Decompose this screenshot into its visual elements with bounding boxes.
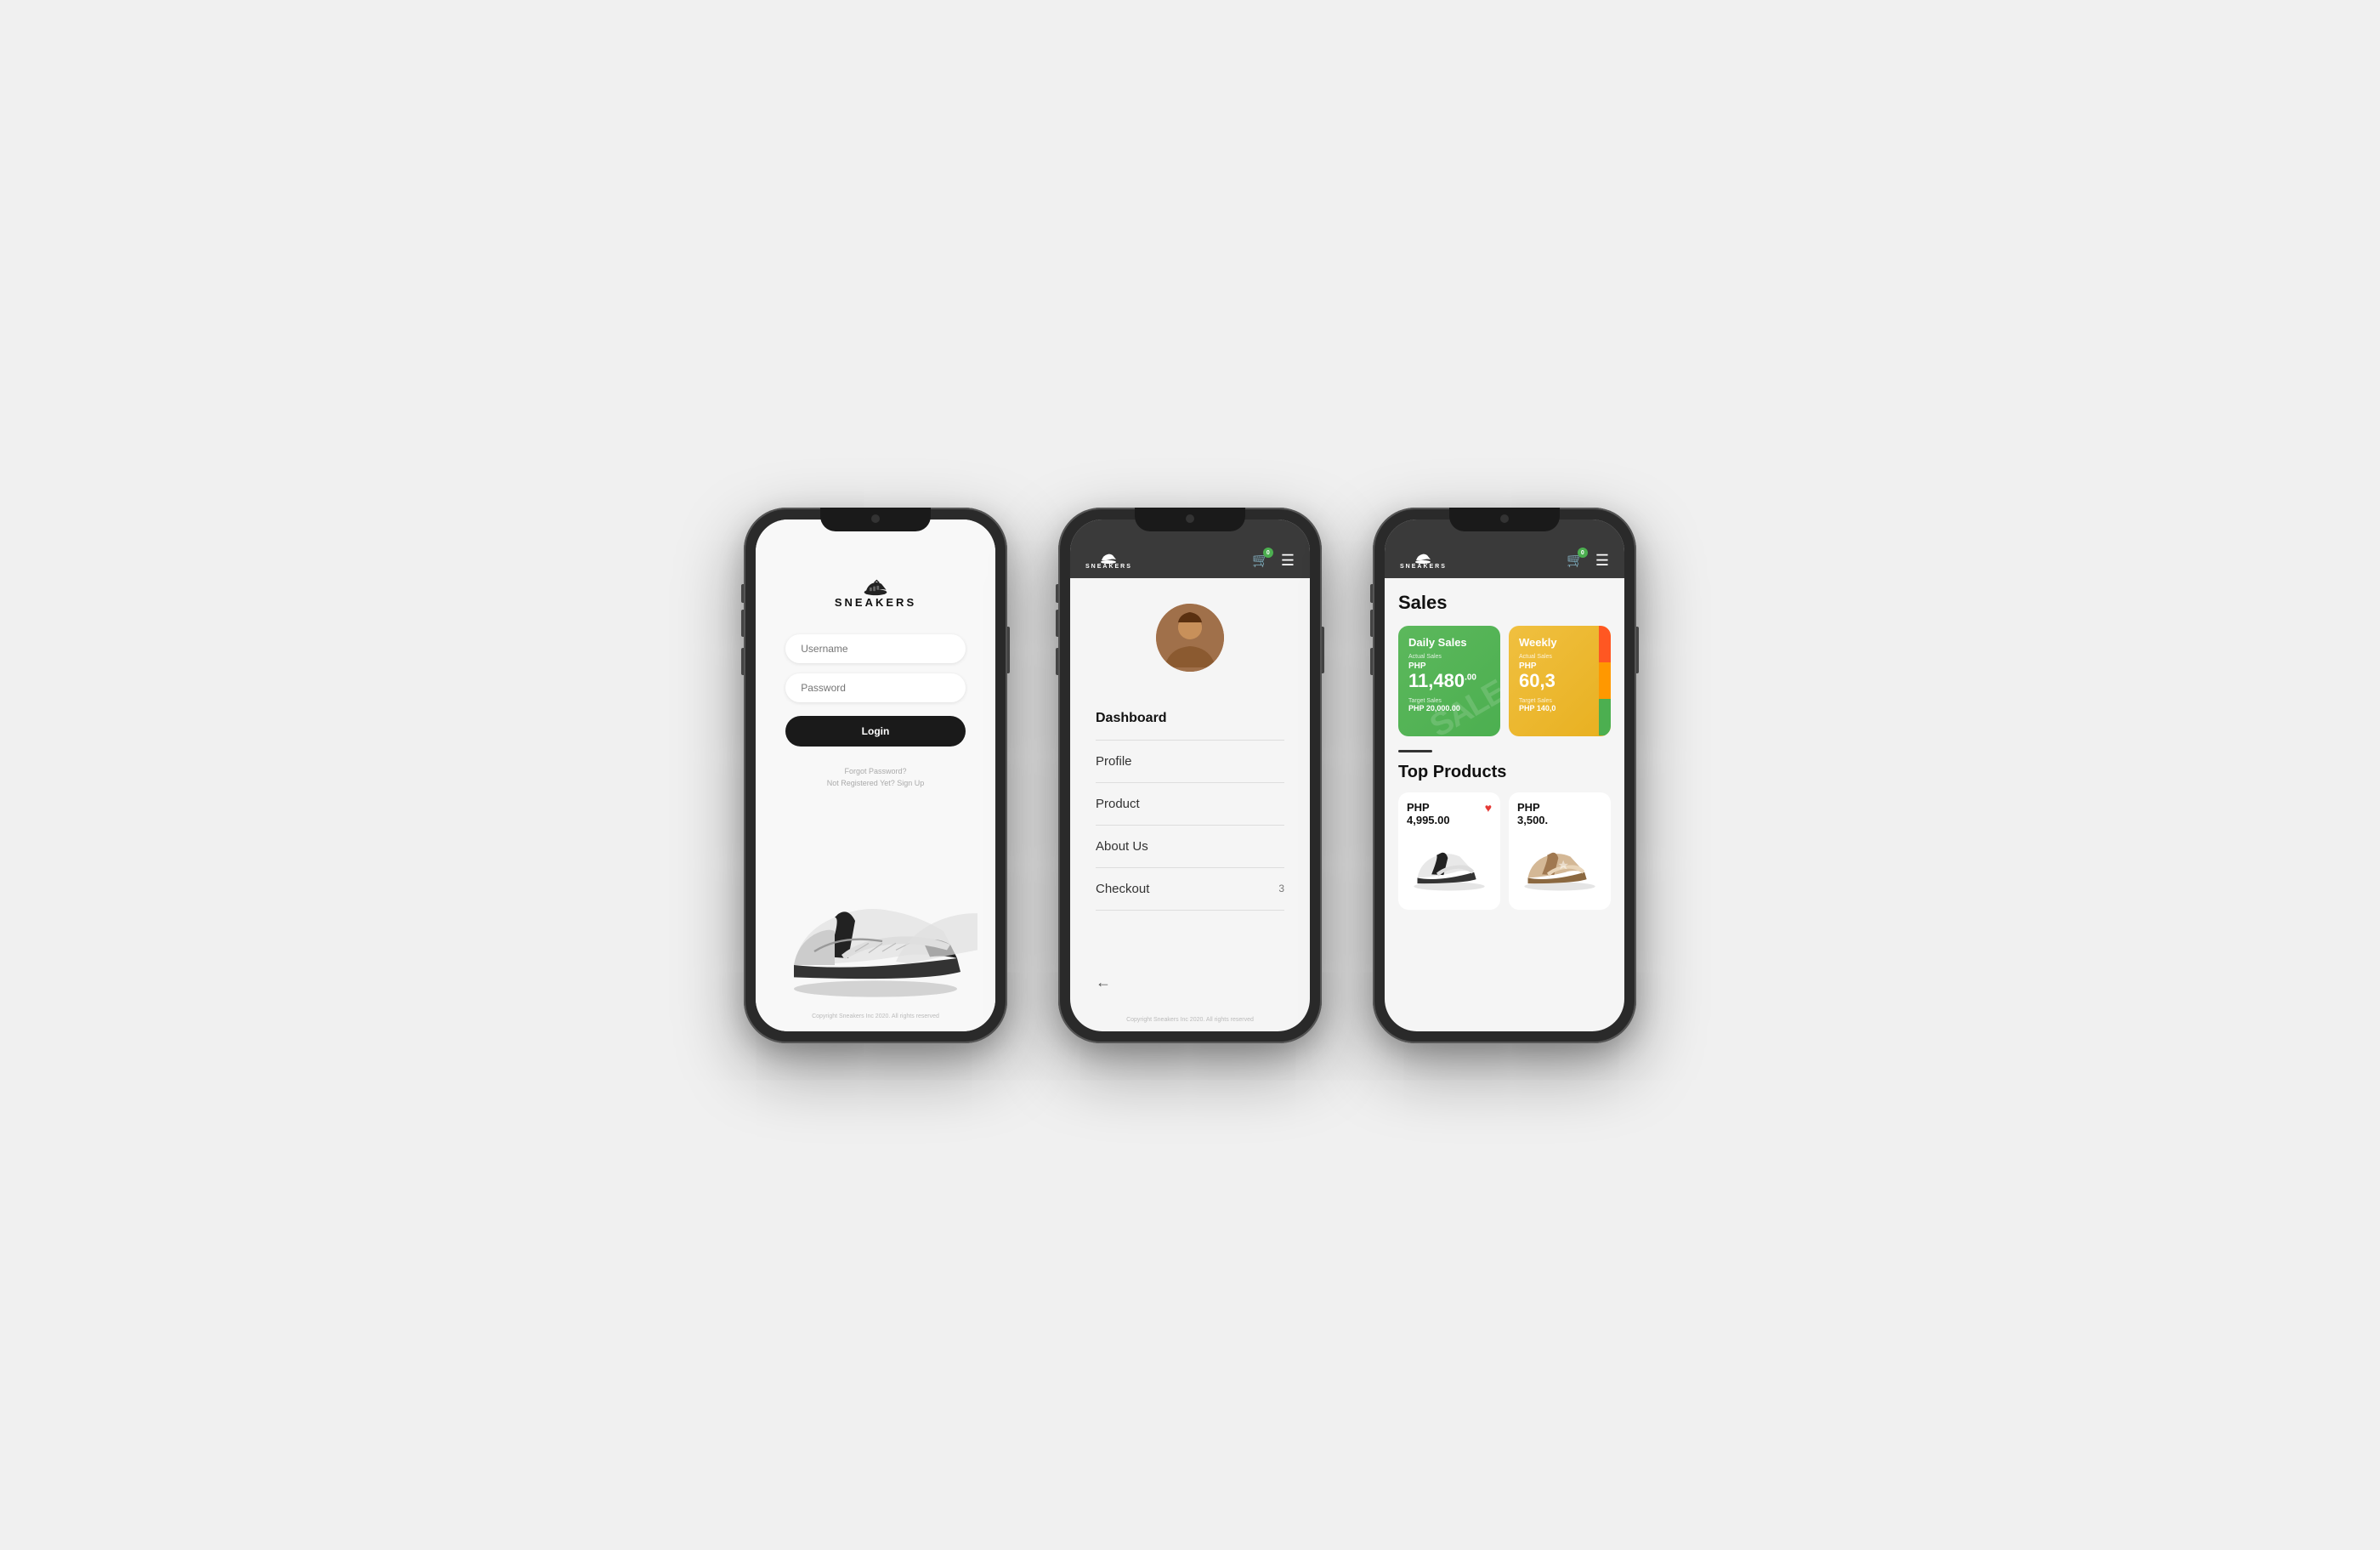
- product-cards: PHP4,995.00 ♥: [1398, 792, 1611, 910]
- hamburger-icon[interactable]: ☰: [1281, 552, 1295, 570]
- dashboard-screen: SNEAKERS 🛒 0 ☰ Sales: [1385, 520, 1624, 1031]
- menu-item-product[interactable]: Product: [1096, 783, 1284, 826]
- menu-item-about-label: About Us: [1096, 839, 1148, 854]
- header-icons: 🛒 0 ☰: [1252, 552, 1295, 570]
- weekly-sales-title: Weekly: [1519, 636, 1601, 649]
- back-button[interactable]: ←: [1070, 957, 1310, 1008]
- header-logo: SNEAKERS: [1085, 552, 1132, 570]
- daily-currency: PHP: [1408, 661, 1490, 671]
- product-card-2: PHP3,500.: [1509, 792, 1611, 910]
- weekly-amount: 60,3: [1519, 671, 1601, 691]
- phone-dashboard: SNEAKERS 🛒 0 ☰ Sales: [1373, 508, 1636, 1043]
- dash-header: SNEAKERS 🛒 0 ☰: [1385, 520, 1624, 578]
- phone-menu: SNEAKERS 🛒 0 ☰: [1058, 508, 1322, 1043]
- menu-items-list: Dashboard Profile Product About Us Check: [1096, 697, 1284, 911]
- sneaker-illustration: [774, 874, 978, 1002]
- dash-header-sneaker-icon: [1414, 552, 1431, 564]
- login-brand-text: SNEAKERS: [835, 596, 916, 609]
- phone-login: SNEAKERS Login Forgot Password? Not Regi…: [744, 508, 1007, 1043]
- product-2-image: [1517, 833, 1602, 901]
- weekly-target: Target Sales PHP 140,0: [1519, 698, 1601, 713]
- dash-header-icons: 🛒 0 ☰: [1567, 552, 1609, 570]
- product-card-1: PHP4,995.00 ♥: [1398, 792, 1500, 910]
- daily-sales-card: Daily Sales Actual Sales PHP 11,480.00 T…: [1398, 626, 1500, 736]
- sales-cards: Daily Sales Actual Sales PHP 11,480.00 T…: [1398, 626, 1611, 736]
- weekly-actual-label: Actual Sales: [1519, 654, 1601, 660]
- daily-sales-title: Daily Sales: [1408, 636, 1490, 649]
- menu-item-dashboard-label: Dashboard: [1096, 711, 1167, 726]
- sneaker-logo-icon: [864, 579, 887, 596]
- login-screen: SNEAKERS Login Forgot Password? Not Regi…: [756, 520, 995, 1031]
- dash-header-brand: SNEAKERS: [1400, 564, 1447, 570]
- menu-header: SNEAKERS 🛒 0 ☰: [1070, 520, 1310, 578]
- login-copyright: Copyright Sneakers Inc 2020. All rights …: [756, 1013, 995, 1019]
- checkout-badge: 3: [1278, 883, 1284, 894]
- dash-header-logo: SNEAKERS: [1400, 552, 1447, 570]
- menu-item-about[interactable]: About Us: [1096, 826, 1284, 868]
- password-input[interactable]: [785, 673, 966, 702]
- username-input[interactable]: [785, 634, 966, 663]
- weekly-target-label: Target Sales: [1519, 698, 1601, 704]
- weekly-target-value: PHP 140,0: [1519, 704, 1601, 713]
- header-brand-text: SNEAKERS: [1085, 564, 1132, 570]
- menu-item-profile-label: Profile: [1096, 754, 1132, 769]
- section-divider: [1398, 750, 1432, 752]
- menu-content: Dashboard Profile Product About Us Check: [1070, 578, 1310, 957]
- menu-item-product-label: Product: [1096, 797, 1140, 811]
- header-sneaker-icon: [1100, 552, 1117, 564]
- login-links: Forgot Password? Not Registered Yet? Sig…: [827, 767, 925, 787]
- product-2-price: PHP3,500.: [1517, 801, 1602, 826]
- dash-cart-icon-wrap[interactable]: 🛒 0: [1567, 552, 1584, 569]
- register-link[interactable]: Not Registered Yet? Sign Up: [827, 779, 925, 787]
- product-1-price: PHP4,995.00: [1407, 801, 1492, 826]
- menu-item-checkout[interactable]: Checkout 3: [1096, 868, 1284, 911]
- login-logo: SNEAKERS: [835, 579, 916, 609]
- user-avatar: [1156, 604, 1224, 672]
- sales-section-title: Sales: [1398, 592, 1611, 614]
- sneaker-svg: [774, 874, 978, 1002]
- menu-item-checkout-label: Checkout: [1096, 882, 1149, 896]
- dash-cart-badge: 0: [1578, 548, 1588, 558]
- cart-badge: 0: [1263, 548, 1273, 558]
- top-products-title: Top Products: [1398, 763, 1611, 782]
- dash-hamburger-icon[interactable]: ☰: [1595, 552, 1609, 570]
- cart-icon-wrap[interactable]: 🛒 0: [1252, 552, 1269, 569]
- menu-copyright: Copyright Sneakers Inc 2020. All rights …: [1070, 1008, 1310, 1031]
- daily-cents: .00: [1465, 673, 1476, 682]
- daily-actual-label: Actual Sales: [1408, 654, 1490, 660]
- weekly-accent-bar: [1599, 626, 1611, 736]
- login-button[interactable]: Login: [785, 716, 966, 747]
- dash-content: Sales Daily Sales Actual Sales PHP 11,48…: [1385, 578, 1624, 1031]
- scene: SNEAKERS Login Forgot Password? Not Regi…: [693, 457, 1687, 1094]
- menu-item-profile[interactable]: Profile: [1096, 741, 1284, 783]
- menu-item-dashboard[interactable]: Dashboard: [1096, 697, 1284, 741]
- login-form: Login: [785, 634, 966, 747]
- product-1-heart: ♥: [1485, 801, 1492, 815]
- menu-screen: SNEAKERS 🛒 0 ☰: [1070, 520, 1310, 1031]
- weekly-sales-card: Weekly Actual Sales PHP 60,3 Target Sale…: [1509, 626, 1611, 736]
- forgot-password-link[interactable]: Forgot Password?: [844, 767, 906, 775]
- weekly-currency: PHP: [1519, 661, 1601, 671]
- product-1-image: [1407, 833, 1492, 901]
